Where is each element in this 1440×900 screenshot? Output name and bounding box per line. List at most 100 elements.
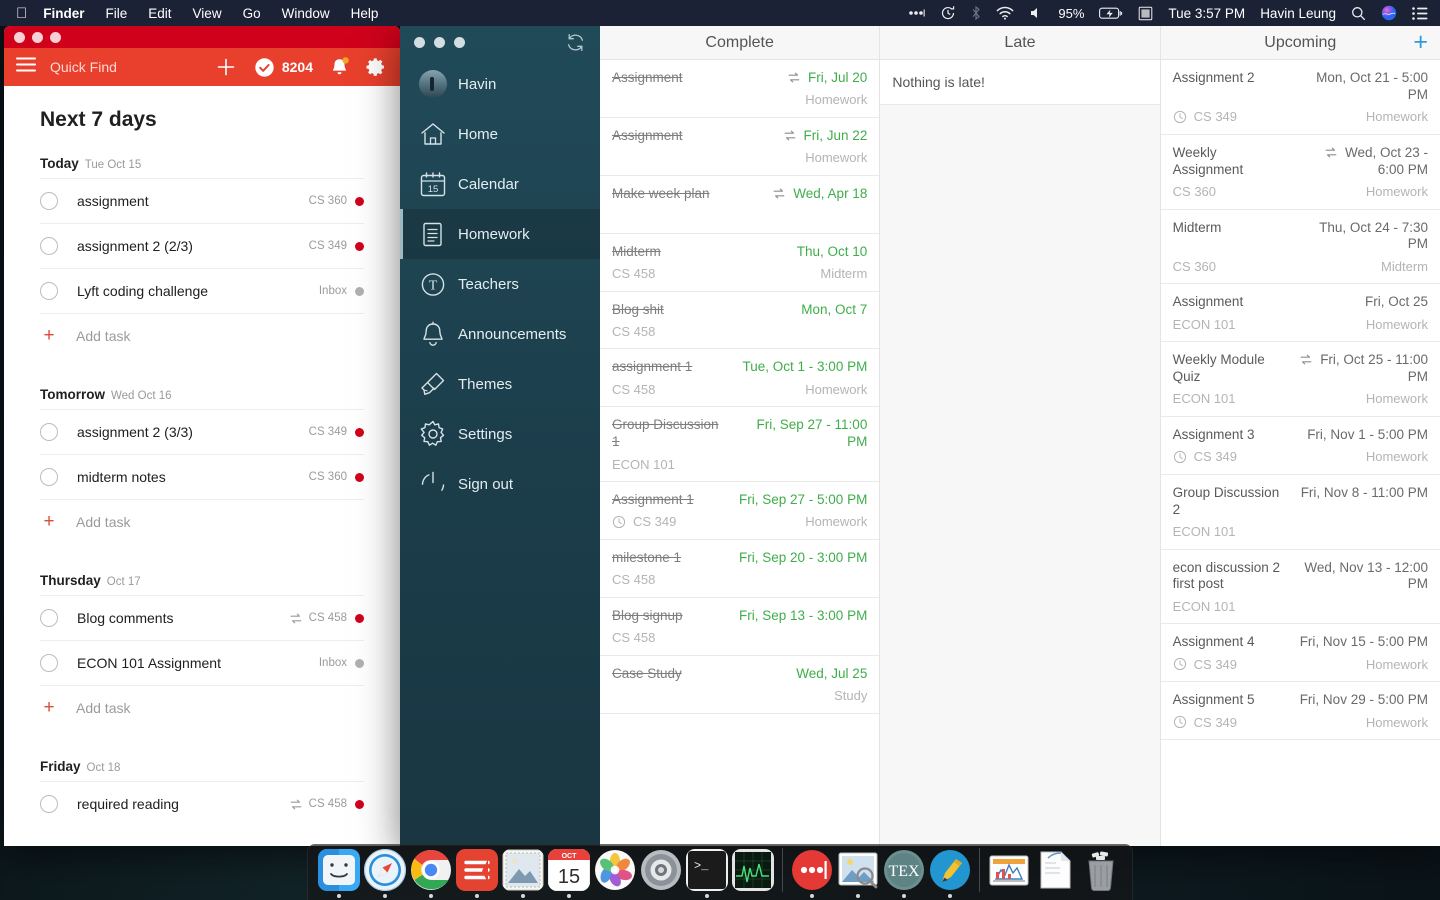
assignment-item[interactable]: Assignment 3 Fri, Nov 1 - 5:00 PM CS 349 Ho… (1160, 417, 1440, 475)
gear-icon[interactable] (366, 57, 386, 77)
assignment-item[interactable]: Midterm Thu, Oct 10 CS 458 Midterm (600, 234, 880, 292)
task-row[interactable]: assignment CS 360 (40, 178, 364, 223)
battery-charging-icon[interactable] (1099, 7, 1123, 20)
notifications-button[interactable] (330, 57, 349, 77)
refresh-sync-icon[interactable] (565, 32, 586, 53)
apple-logo-icon[interactable]:  (16, 6, 27, 21)
assignment-item[interactable]: Assignment Fri, Jun 22 Homework (600, 118, 880, 176)
menu-item-finder[interactable]: Finder (43, 6, 84, 21)
dock-item-safari[interactable] (362, 846, 408, 898)
sidebar-item-sign-out[interactable]: Sign out (400, 459, 600, 509)
dock-item-typora[interactable] (927, 846, 973, 898)
task-project[interactable]: CS 458 (309, 612, 347, 624)
menu-item-file[interactable]: File (106, 6, 128, 21)
assignment-item[interactable]: Assignment Fri, Jul 20 Homework (600, 60, 880, 118)
task-row[interactable]: assignment 2 (3/3) CS 349 (40, 409, 364, 454)
sidebar-item-announcements[interactable]: Announcements (400, 309, 600, 359)
spotlight-search-icon[interactable] (1351, 6, 1366, 21)
dock-item-tex[interactable]: TEX (881, 846, 927, 898)
dots-icon[interactable] (908, 8, 926, 18)
task-row[interactable]: ECON 101 Assignment Inbox (40, 640, 364, 685)
dock-item-mail[interactable] (500, 846, 546, 898)
task-checkbox[interactable] (40, 423, 58, 441)
sidebar-item-calendar[interactable]: 15 Calendar (400, 159, 600, 209)
task-project[interactable]: CS 458 (309, 798, 347, 810)
sidebar-item-settings[interactable]: Settings (400, 409, 600, 459)
assignment-item[interactable]: Case Study Wed, Jul 25 Study (600, 656, 880, 714)
assignment-item[interactable]: Weekly Assignment Wed, Oct 23 - 6:00 PM CS… (1160, 135, 1440, 210)
dock-item-calendar[interactable]: OCT 15 (546, 846, 592, 898)
dock-item-anki[interactable] (789, 846, 835, 898)
add-task-row[interactable]: + Add task (40, 313, 364, 357)
assignment-item[interactable]: Assignment 5 Fri, Nov 29 - 5:00 PM CS 349 H… (1160, 682, 1440, 740)
maximize-button[interactable] (50, 31, 61, 43)
task-project[interactable]: Inbox (319, 657, 347, 669)
notification-center-icon[interactable] (1412, 6, 1428, 20)
close-button[interactable] (14, 31, 25, 43)
sidebar-item-themes[interactable]: Themes (400, 359, 600, 409)
menu-item-window[interactable]: Window (282, 6, 330, 21)
task-row[interactable]: Blog comments CS 458 (40, 595, 364, 640)
menu-bar-clock[interactable]: Tue 3:57 PM (1168, 6, 1245, 21)
dock-item-terminal[interactable]: >_ (684, 846, 730, 898)
volume-icon[interactable] (1029, 6, 1043, 20)
menu-item-help[interactable]: Help (351, 6, 379, 21)
add-assignment-button[interactable]: + (1413, 30, 1428, 55)
wifi-icon[interactable] (996, 6, 1014, 20)
assignment-item[interactable]: Group Discussion 2 Fri, Nov 8 - 11:00 PM E… (1160, 475, 1440, 550)
dock-item-photos[interactable] (592, 846, 638, 898)
task-project[interactable]: CS 349 (309, 426, 347, 438)
maximize-button[interactable] (454, 37, 465, 48)
assignment-item[interactable]: Blog shit Mon, Oct 7 CS 458 (600, 292, 880, 350)
task-checkbox[interactable] (40, 282, 58, 300)
task-checkbox[interactable] (40, 795, 58, 813)
dock-item-downloads-stack[interactable] (1032, 846, 1078, 898)
assignment-item[interactable]: Blog signup Fri, Sep 13 - 3:00 PM CS 458 (600, 598, 880, 656)
karma-button[interactable]: 8204 (254, 57, 313, 78)
menu-item-go[interactable]: Go (243, 6, 261, 21)
dock-item-activity-monitor[interactable] (730, 846, 776, 898)
dock-item-documents-stack[interactable] (986, 846, 1032, 898)
quick-find-input[interactable]: Quick Find (50, 59, 117, 75)
dock-item-chrome[interactable] (408, 846, 454, 898)
dock-item-system-preferences[interactable] (638, 846, 684, 898)
assignment-item[interactable]: Assignment 4 Fri, Nov 15 - 5:00 PM CS 349 H… (1160, 624, 1440, 683)
task-project[interactable]: CS 360 (309, 471, 347, 483)
task-project[interactable]: CS 349 (309, 240, 347, 252)
dock-item-finder[interactable] (316, 846, 362, 898)
sidebar-item-teachers[interactable]: T Teachers (400, 259, 600, 309)
input-source-icon[interactable] (1138, 6, 1153, 21)
task-row[interactable]: required reading CS 458 (40, 781, 364, 826)
menu-item-edit[interactable]: Edit (148, 6, 171, 21)
sidebar-item-home[interactable]: Home (400, 109, 600, 159)
assignment-item[interactable]: Midterm Thu, Oct 24 - 7:30 PM CS 360 Midter… (1160, 210, 1440, 285)
sidebar-item-homework[interactable]: Homework (400, 209, 600, 259)
dock-item-preview[interactable] (835, 846, 881, 898)
time-machine-icon[interactable] (940, 5, 956, 21)
assignment-item[interactable]: Assignment 2 Mon, Oct 21 - 5:00 PM CS 349 H… (1160, 60, 1440, 135)
add-task-row[interactable]: + Add task (40, 499, 364, 543)
assignment-item[interactable]: assignment 1 Tue, Oct 1 - 3:00 PM CS 458 Ho… (600, 349, 880, 408)
task-row[interactable]: assignment 2 (2/3) CS 349 (40, 223, 364, 268)
task-row[interactable]: Lyft coding challenge Inbox (40, 268, 364, 313)
hamburger-menu-icon[interactable] (16, 57, 36, 77)
task-checkbox[interactable] (40, 609, 58, 627)
task-checkbox[interactable] (40, 192, 58, 210)
task-project[interactable]: CS 360 (309, 195, 347, 207)
bluetooth-icon[interactable] (971, 5, 981, 21)
task-project[interactable]: Inbox (319, 285, 347, 297)
assignment-item[interactable]: Weekly Module Quiz Fri, Oct 25 - 11:00 PM… (1160, 342, 1440, 417)
dock-item-todoist[interactable] (454, 846, 500, 898)
assignment-item[interactable]: Assignment Fri, Oct 25 ECON 101 Homework (1160, 284, 1440, 343)
sidebar-item-havin[interactable]: Havin (400, 59, 600, 109)
assignment-item[interactable]: Make week plan Wed, Apr 18 (600, 176, 880, 234)
assignment-item[interactable]: econ discussion 2 first post Wed, Nov 13 … (1160, 550, 1440, 625)
task-checkbox[interactable] (40, 468, 58, 486)
minimize-button[interactable] (434, 37, 445, 48)
assignment-item[interactable]: Assignment 1 Fri, Sep 27 - 5:00 PM CS 349 H… (600, 482, 880, 540)
assignment-item[interactable]: milestone 1 Fri, Sep 20 - 3:00 PM CS 458 (600, 540, 880, 598)
siri-icon[interactable] (1381, 5, 1397, 21)
add-task-row[interactable]: + Add task (40, 685, 364, 729)
task-checkbox[interactable] (40, 237, 58, 255)
task-checkbox[interactable] (40, 654, 58, 672)
